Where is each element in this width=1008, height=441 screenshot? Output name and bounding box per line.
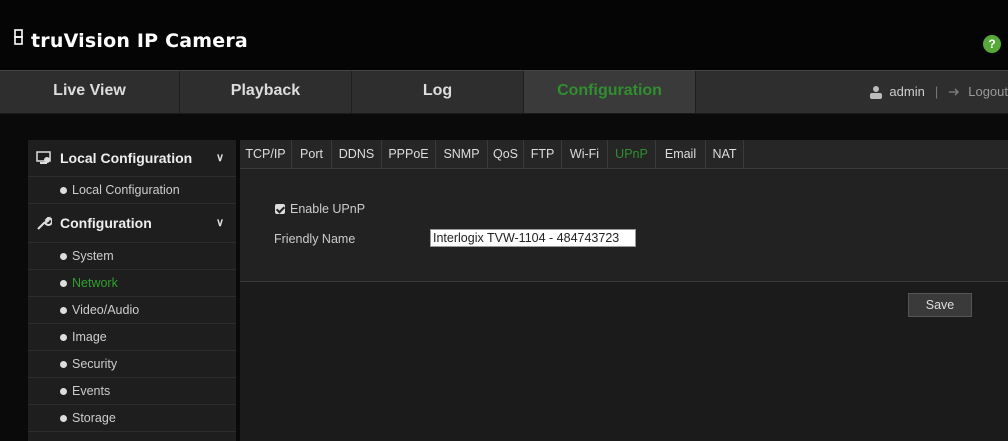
sidebar-item-label: Video/Audio [72, 303, 140, 317]
tab-ddns[interactable]: DDNS [332, 140, 382, 168]
sidebar-item-image[interactable]: Image [28, 324, 236, 351]
top-header: truVision IP Camera ? [0, 0, 1008, 70]
sidebar-item-label: Local Configuration [72, 183, 180, 197]
tab-tcpip[interactable]: TCP/IP [240, 140, 292, 168]
user-icon [870, 86, 883, 99]
tab-upnp[interactable]: UPnP [608, 140, 656, 168]
brand-title: truVision IP Camera [31, 30, 248, 52]
bullet-icon [60, 187, 67, 194]
chevron-down-icon[interactable]: ∨ [216, 140, 224, 176]
tab-nat[interactable]: NAT [706, 140, 744, 168]
tab-wifi[interactable]: Wi-Fi [562, 140, 608, 168]
username[interactable]: admin [889, 71, 924, 113]
friendly-name-input[interactable] [430, 229, 636, 247]
friendly-name-label: Friendly Name [274, 232, 356, 246]
tab-snmp[interactable]: SNMP [436, 140, 488, 168]
tab-email[interactable]: Email [656, 140, 706, 168]
user-area: admin | Logout [869, 71, 1008, 113]
help-icon[interactable]: ? [983, 35, 1001, 53]
logout-link[interactable]: Logout [968, 71, 1008, 113]
logo-icon [14, 28, 23, 45]
sidebar-item-security[interactable]: Security [28, 351, 236, 378]
nav-configuration[interactable]: Configuration [524, 71, 696, 113]
nav-live-view[interactable]: Live View [0, 71, 180, 113]
tab-qos[interactable]: QoS [488, 140, 524, 168]
sidebar-item-label: Storage [72, 411, 116, 425]
tab-pppoe[interactable]: PPPoE [382, 140, 436, 168]
brand: truVision IP Camera [14, 28, 248, 52]
sidebar-group-configuration[interactable]: Configuration ∨ [28, 204, 236, 243]
sidebar-item-local-configuration[interactable]: Local Configuration [28, 177, 236, 204]
main-content: TCP/IP Port DDNS PPPoE SNMP QoS FTP Wi-F… [240, 140, 1008, 441]
sidebar-item-events[interactable]: Events [28, 378, 236, 405]
bullet-icon [60, 415, 67, 422]
sidebar-item-label: Events [72, 384, 111, 398]
enable-upnp-checkbox[interactable] [275, 204, 285, 214]
sidebar-item-system[interactable]: System [28, 243, 236, 270]
tab-ftp[interactable]: FTP [524, 140, 562, 168]
bullet-icon [60, 280, 67, 287]
monitor-settings-icon [36, 151, 51, 164]
save-button[interactable]: Save [908, 293, 972, 317]
bullet-icon [60, 361, 67, 368]
chevron-down-icon[interactable]: ∨ [216, 204, 224, 242]
sidebar: Local Configuration ∨ Local Configuratio… [28, 140, 236, 441]
bullet-icon [60, 388, 67, 395]
bullet-icon [60, 334, 67, 341]
enable-upnp-row[interactable]: Enable UPnP [275, 202, 365, 216]
tab-bar: TCP/IP Port DDNS PPPoE SNMP QoS FTP Wi-F… [240, 140, 1008, 169]
sidebar-item-label: Security [72, 357, 118, 371]
bullet-icon [60, 307, 67, 314]
sidebar-item-video-audio[interactable]: Video/Audio [28, 297, 236, 324]
wrench-icon [37, 216, 52, 230]
enable-upnp-label: Enable UPnP [290, 202, 366, 216]
sidebar-item-label: Image [72, 330, 107, 344]
main-nav: Live View Playback Log Configuration adm… [0, 70, 1008, 114]
nav-log[interactable]: Log [352, 71, 524, 113]
sidebar-group-label: Local Configuration [60, 150, 193, 166]
sidebar-item-storage[interactable]: Storage [28, 405, 236, 432]
nav-playback[interactable]: Playback [180, 71, 352, 113]
upnp-panel: Enable UPnP Friendly Name [240, 169, 1008, 282]
sidebar-group-local-configuration[interactable]: Local Configuration ∨ [28, 140, 236, 177]
user-separator: | [934, 84, 939, 99]
sidebar-item-network[interactable]: Network [28, 270, 236, 297]
bullet-icon [60, 253, 67, 260]
sidebar-item-label: Network [72, 276, 118, 290]
sidebar-group-label: Configuration [60, 215, 152, 231]
tab-port[interactable]: Port [292, 140, 332, 168]
logout-icon[interactable] [948, 85, 962, 99]
sidebar-item-label: System [72, 249, 114, 263]
